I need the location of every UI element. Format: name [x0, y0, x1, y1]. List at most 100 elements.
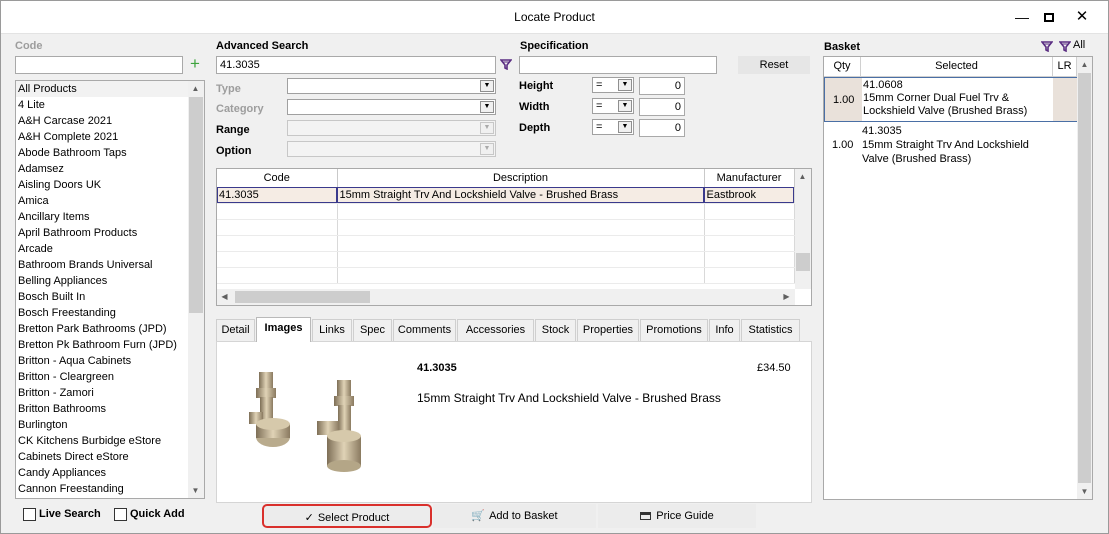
- list-item[interactable]: Bretton Pk Bathroom Furn (JPD): [16, 337, 204, 353]
- tab-comments[interactable]: Comments: [393, 319, 456, 341]
- grid-horizontal-scrollbar[interactable]: ◀ ▶: [217, 289, 795, 305]
- list-item[interactable]: Bosch Built In: [16, 289, 204, 305]
- height-input[interactable]: [639, 77, 685, 95]
- scroll-thumb[interactable]: [235, 291, 370, 303]
- column-header-qty[interactable]: Qty: [824, 57, 861, 77]
- product-list-scrollbar[interactable]: ▲ ▼: [188, 81, 204, 498]
- basket-item-text: 41.0608 15mm Corner Dual Fuel Trv & Lock…: [863, 79, 1027, 118]
- basket-item[interactable]: 1.00 41.3035 15mm Straight Trv And Locks…: [824, 123, 1077, 165]
- advanced-search-input[interactable]: [216, 56, 496, 74]
- tab-accessories[interactable]: Accessories: [457, 319, 534, 341]
- depth-input[interactable]: [639, 119, 685, 137]
- list-item[interactable]: Ancillary Items: [16, 209, 204, 225]
- tab-promotions[interactable]: Promotions: [640, 319, 708, 341]
- list-item[interactable]: CK Kitchens Burbidge eStore: [16, 433, 204, 449]
- range-select[interactable]: ▼: [287, 120, 496, 136]
- scroll-thumb[interactable]: [189, 97, 203, 313]
- tab-images[interactable]: Images: [256, 317, 311, 342]
- option-select[interactable]: ▼: [287, 141, 496, 157]
- basket-scrollbar[interactable]: ▲ ▼: [1077, 57, 1092, 499]
- category-select[interactable]: ▼: [287, 99, 496, 115]
- add-to-basket-button[interactable]: 🛒 Add to Basket: [433, 504, 596, 528]
- scroll-thumb[interactable]: [1078, 73, 1091, 483]
- tab-statistics[interactable]: Statistics: [741, 319, 800, 341]
- tab-links[interactable]: Links: [312, 319, 352, 341]
- list-item[interactable]: Adamsez: [16, 161, 204, 177]
- results-grid[interactable]: Code Description Manufacturer 41.3035 15…: [216, 168, 812, 306]
- list-item[interactable]: Burlington: [16, 417, 204, 433]
- list-item[interactable]: 4 Lite: [16, 97, 204, 113]
- list-item[interactable]: Cabinets Direct eStore: [16, 449, 204, 465]
- basket-item-line1: 15mm Corner Dual Fuel Trv &: [863, 92, 1010, 104]
- width-operator-select[interactable]: = ▼: [592, 98, 634, 114]
- close-icon[interactable]: ✕: [1072, 7, 1092, 27]
- list-item[interactable]: Cannon Freestanding: [16, 481, 204, 497]
- list-item[interactable]: Bosch Freestanding: [16, 305, 204, 321]
- list-item[interactable]: Bretton Park Bathrooms (JPD): [16, 321, 204, 337]
- result-code[interactable]: 41.3035: [217, 187, 338, 204]
- list-item[interactable]: Britton - Cleargreen: [16, 369, 204, 385]
- tab-spec[interactable]: Spec: [353, 319, 392, 341]
- code-input[interactable]: [15, 56, 183, 74]
- tab-info[interactable]: Info: [709, 319, 740, 341]
- list-item[interactable]: Candy Appliances: [16, 465, 204, 481]
- tab-detail[interactable]: Detail: [216, 319, 255, 341]
- scroll-right-icon[interactable]: ▶: [779, 289, 794, 304]
- scroll-up-icon[interactable]: ▲: [1077, 57, 1092, 72]
- basket-grid[interactable]: Qty Selected LR 1.00 41.0608 15mm Corner…: [823, 56, 1093, 500]
- scroll-down-icon[interactable]: ▼: [1077, 484, 1092, 499]
- column-header-manufacturer[interactable]: Manufacturer: [704, 169, 795, 188]
- filter-icon[interactable]: [499, 58, 514, 72]
- grid-vertical-scrollbar[interactable]: ▲: [795, 169, 811, 289]
- scroll-down-icon[interactable]: ▼: [188, 483, 203, 498]
- scroll-left-icon[interactable]: ◀: [217, 289, 232, 304]
- price-guide-icon: [640, 512, 652, 521]
- product-list[interactable]: All Products 4 Lite A&H Carcase 2021 A&H Co…: [15, 80, 205, 499]
- tab-stock[interactable]: Stock: [535, 319, 576, 341]
- column-header-selected[interactable]: Selected: [861, 57, 1053, 77]
- live-search-checkbox[interactable]: [23, 508, 36, 521]
- filter-all-icon[interactable]: [1058, 40, 1072, 53]
- list-item[interactable]: Britton - Aqua Cabinets: [16, 353, 204, 369]
- add-to-basket-label: Add to Basket: [489, 510, 558, 522]
- specification-input[interactable]: [519, 56, 717, 74]
- column-header-description[interactable]: Description: [337, 169, 705, 188]
- height-operator-select[interactable]: = ▼: [592, 77, 634, 93]
- basket-item[interactable]: 1.00 41.0608 15mm Corner Dual Fuel Trv &…: [824, 77, 1077, 122]
- column-header-lr[interactable]: LR: [1053, 57, 1077, 77]
- filter-icon[interactable]: [1040, 40, 1054, 53]
- result-manufacturer[interactable]: Eastbrook: [704, 187, 795, 204]
- live-search-label: Live Search: [39, 508, 101, 520]
- tab-properties[interactable]: Properties: [577, 319, 639, 341]
- add-code-icon[interactable]: +: [187, 55, 203, 73]
- minimize-icon[interactable]: —: [1012, 7, 1032, 27]
- table-row[interactable]: 41.3035 15mm Straight Trv And Lockshield…: [217, 187, 795, 204]
- column-header-code[interactable]: Code: [217, 169, 338, 188]
- list-item[interactable]: All Products: [16, 81, 204, 97]
- scroll-up-icon[interactable]: ▲: [188, 81, 203, 96]
- select-product-button[interactable]: ✓ Select Product: [262, 504, 432, 528]
- list-item[interactable]: Amica: [16, 193, 204, 209]
- width-input[interactable]: [639, 98, 685, 116]
- list-item[interactable]: Belling Appliances: [16, 273, 204, 289]
- depth-operator: =: [596, 121, 603, 133]
- list-item[interactable]: Abode Bathroom Taps: [16, 145, 204, 161]
- type-select[interactable]: ▼: [287, 78, 496, 94]
- filter-all-label[interactable]: All: [1073, 39, 1085, 51]
- reset-button[interactable]: Reset: [738, 56, 810, 74]
- result-description[interactable]: 15mm Straight Trv And Lockshield Valve -…: [337, 187, 705, 204]
- list-item[interactable]: Britton Bathrooms: [16, 401, 204, 417]
- scroll-up-icon[interactable]: ▲: [795, 169, 810, 184]
- quick-add-checkbox[interactable]: [114, 508, 127, 521]
- list-item[interactable]: Bathroom Brands Universal: [16, 257, 204, 273]
- maximize-icon[interactable]: [1039, 7, 1059, 27]
- depth-operator-select[interactable]: = ▼: [592, 119, 634, 135]
- list-item[interactable]: Aisling Doors UK: [16, 177, 204, 193]
- list-item[interactable]: A&H Complete 2021: [16, 129, 204, 145]
- price-guide-button[interactable]: Price Guide: [598, 504, 756, 528]
- list-item[interactable]: Arcade: [16, 241, 204, 257]
- list-item[interactable]: A&H Carcase 2021: [16, 113, 204, 129]
- list-item[interactable]: Britton - Zamori: [16, 385, 204, 401]
- list-item[interactable]: April Bathroom Products: [16, 225, 204, 241]
- scroll-thumb[interactable]: [796, 253, 810, 271]
